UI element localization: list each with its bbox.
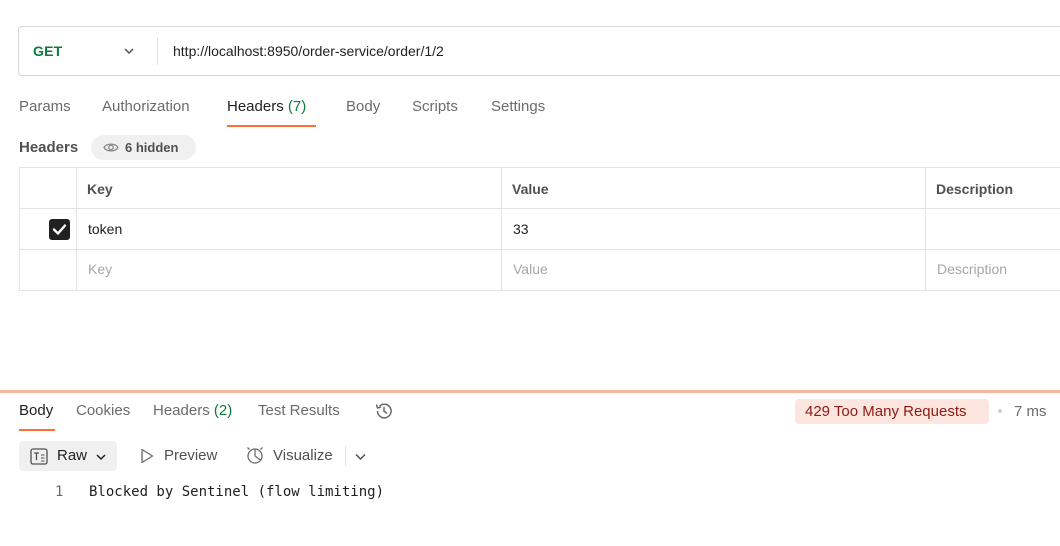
headers-table: Key Value Description token 33 Key Value…: [19, 167, 1060, 291]
column-divider: [925, 168, 926, 290]
header-value-cell[interactable]: 33: [513, 221, 529, 237]
response-tab-headers-label: Headers: [153, 402, 210, 419]
url-input[interactable]: http://localhost:8950/order-service/orde…: [173, 43, 444, 59]
column-divider: [76, 168, 77, 290]
tab-authorization[interactable]: Authorization: [102, 98, 190, 115]
chevron-down-icon[interactable]: [123, 45, 135, 57]
active-response-tab-indicator: [19, 429, 55, 431]
tab-body[interactable]: Body: [346, 98, 380, 115]
active-tab-indicator: [227, 125, 316, 127]
url-divider: [157, 37, 158, 65]
column-header-description: Description: [936, 181, 1014, 197]
eye-icon: [103, 143, 119, 152]
tab-headers-count: (7): [287, 98, 307, 115]
status-text: 429 Too Many Requests: [805, 403, 967, 420]
new-header-key-input[interactable]: Key: [88, 261, 112, 277]
hidden-headers-toggle[interactable]: 6 hidden: [91, 135, 196, 160]
line-number: 1: [55, 484, 64, 500]
header-enabled-checkbox[interactable]: [49, 219, 70, 240]
header-key-cell[interactable]: token: [88, 221, 122, 237]
column-header-value: Value: [512, 181, 549, 197]
history-icon[interactable]: [373, 400, 395, 422]
request-url-bar: GET http://localhost:8950/order-service/…: [18, 26, 1060, 76]
column-header-key: Key: [87, 181, 113, 197]
hidden-headers-label: 6 hidden: [125, 140, 179, 155]
tab-settings[interactable]: Settings: [491, 98, 545, 115]
preview-label: Preview: [164, 447, 218, 464]
method-select[interactable]: GET: [33, 43, 62, 59]
tab-params[interactable]: Params: [19, 98, 71, 115]
response-tab-test-results[interactable]: Test Results: [258, 402, 340, 419]
chevron-down-icon: [96, 454, 106, 461]
response-tab-body[interactable]: Body: [19, 402, 53, 419]
column-divider: [501, 168, 502, 290]
checkmark-icon: [52, 224, 67, 235]
response-body-text[interactable]: Blocked by Sentinel (flow limiting): [89, 484, 384, 500]
response-tab-headers[interactable]: Headers (2): [153, 402, 232, 419]
status-badge[interactable]: 429 Too Many Requests: [795, 399, 989, 424]
response-time[interactable]: 7 ms: [1014, 403, 1047, 420]
tab-headers-label: Headers: [227, 98, 284, 115]
play-icon: [141, 448, 154, 464]
response-tab-headers-count: (2): [213, 402, 233, 419]
headers-section-title: Headers: [19, 139, 79, 156]
tab-headers[interactable]: Headers (7): [227, 98, 306, 115]
new-header-value-input[interactable]: Value: [513, 261, 548, 277]
format-select[interactable]: Raw: [19, 441, 117, 471]
row-divider: [20, 208, 1060, 209]
tab-scripts[interactable]: Scripts: [412, 98, 458, 115]
pane-resize-handle[interactable]: [0, 390, 1060, 393]
visualize-icon: [247, 447, 263, 464]
new-header-description-input[interactable]: Description: [937, 261, 1007, 277]
visualize-label: Visualize: [273, 447, 333, 464]
toolbar-divider: [345, 446, 346, 466]
format-label: Raw: [57, 447, 88, 464]
chevron-down-icon[interactable]: [354, 450, 367, 463]
row-divider: [20, 249, 1060, 250]
response-tab-cookies[interactable]: Cookies: [76, 402, 130, 419]
separator-dot: [998, 409, 1002, 413]
text-format-icon: [30, 448, 48, 465]
